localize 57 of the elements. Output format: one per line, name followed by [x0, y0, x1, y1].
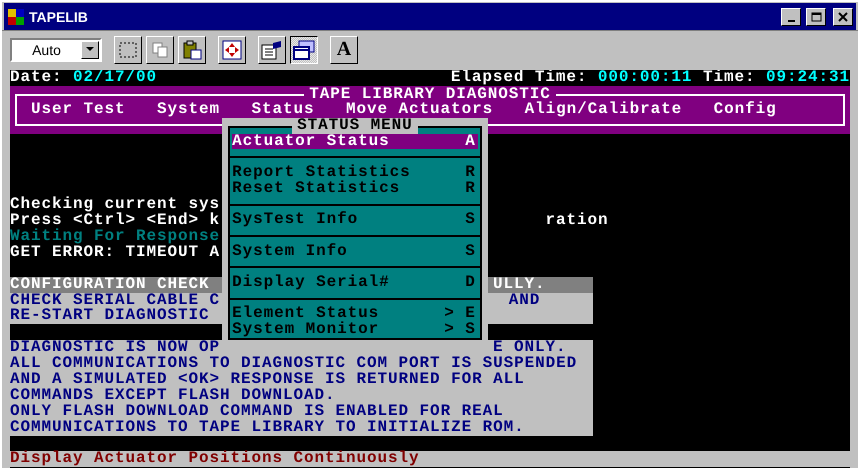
message-line: ONLY FLASH DOWNLOAD COMMAND IS ENABLED FOR REAL [10, 404, 504, 420]
status-menu-item[interactable]: System Info S [232, 244, 478, 260]
close-icon [838, 12, 848, 22]
menu-item[interactable]: Align/Calibrate [524, 102, 682, 118]
paste-icon [182, 40, 202, 60]
copy-icon [151, 40, 169, 58]
message-line: CHECK SERIAL CABLE C [10, 292, 220, 308]
minimize-icon [788, 20, 794, 22]
window-title: TAPELIB [29, 8, 89, 24]
status-menu-item[interactable]: SysTest Info S [232, 212, 478, 228]
status-menu-item[interactable]: Actuator Status A [232, 134, 478, 150]
menu-title: STATUS MENU [292, 118, 418, 134]
menu-item[interactable]: System [157, 102, 220, 118]
message-line: E ONLY. [493, 340, 567, 356]
message-heading: ULLY. [493, 276, 546, 293]
copy-button[interactable] [146, 36, 174, 64]
maximize-icon [810, 12, 822, 22]
message-line: AND [508, 292, 540, 308]
paste-button[interactable] [178, 36, 206, 64]
message-line: RE-START DIAGNOSTIC [10, 308, 211, 324]
fullscreen-icon [222, 40, 242, 60]
message-line: AND A SIMULATED <OK> RESPONSE IS RETURNED FOR ALL [10, 372, 525, 388]
message-line: DIAGNOSTIC IS NOW OP [10, 340, 220, 356]
font-size-dropdown[interactable]: Auto [10, 38, 102, 62]
message-line: COMMANDS EXCEPT FLASH DOWNLOAD. [10, 388, 336, 404]
status-menu-item[interactable]: Reset Statistics R [232, 180, 478, 197]
status-menu-item[interactable]: Report Statistics R [232, 164, 478, 181]
fullscreen-button[interactable] [218, 36, 246, 64]
date-label: Date: [10, 70, 63, 86]
status-menu-item[interactable]: Element Status > E [232, 306, 478, 322]
mark-button[interactable] [114, 36, 142, 64]
dashed-select-icon [119, 42, 137, 58]
menu-item[interactable]: Move Actuators [346, 102, 494, 118]
app-logo-icon [7, 8, 25, 26]
font-button[interactable]: A [330, 36, 358, 64]
menu-item[interactable]: Status [252, 102, 315, 118]
time-value: 09:24:31 [766, 70, 850, 86]
console-line: GET ERROR: TIMEOUT A [10, 244, 220, 261]
console-line: Waiting For Response [10, 228, 220, 245]
console-line: Checking current sys [10, 197, 220, 214]
status-menu-item[interactable]: Display Serial# D [232, 275, 478, 291]
menu-item[interactable]: Config [714, 102, 777, 118]
window-icon [293, 40, 315, 60]
close-button[interactable] [833, 8, 853, 26]
status-menu-item[interactable]: System Monitor > S [232, 322, 478, 338]
properties-button[interactable] [258, 36, 286, 64]
message-heading: CONFIGURATION CHECK [10, 276, 211, 293]
message-line: COMMUNICATIONS TO TAPE LIBRARY TO INITIALIZE ROM. [10, 420, 525, 436]
maximize-button[interactable] [806, 8, 826, 26]
properties-icon [261, 40, 283, 60]
console-line: ration [546, 213, 609, 229]
menu-item[interactable]: User Test [31, 102, 126, 118]
console-line: Press <Ctrl> <End> k [10, 213, 220, 229]
background-button[interactable] [290, 36, 318, 64]
message-line: ALL COMMUNICATIONS TO DIAGNOSTIC COM PORT IS SUSPENDED [10, 356, 578, 372]
minimize-button[interactable] [781, 8, 801, 26]
elapsed-time-value: 000:00:11 [598, 70, 692, 86]
